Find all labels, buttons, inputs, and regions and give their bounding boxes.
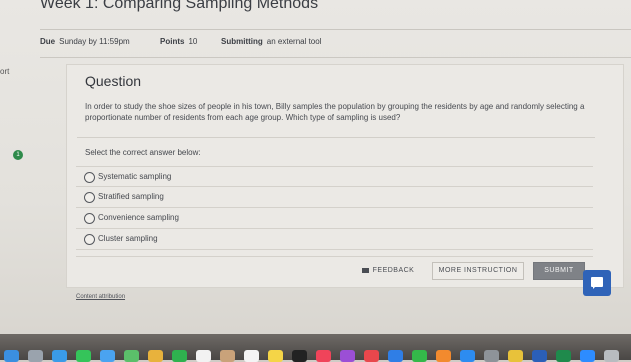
radio-circle-icon[interactable] — [84, 172, 95, 183]
dock-app-maps[interactable] — [124, 350, 139, 362]
radio-circle-icon[interactable] — [84, 192, 95, 203]
answer-option-label[interactable]: Convenience sampling — [98, 213, 179, 222]
dock-app-keynote[interactable] — [388, 350, 403, 362]
title-divider — [40, 29, 631, 30]
chat-bubble-icon — [591, 277, 603, 289]
due-info: Due Sunday by 11:59pm — [40, 37, 130, 46]
due-value: Sunday by 11:59pm — [59, 37, 130, 46]
dock-app-zoom[interactable] — [580, 350, 595, 362]
answer-option[interactable]: Convenience sampling — [76, 208, 593, 229]
dock-app-pages[interactable] — [436, 350, 451, 362]
points-info: Points 10 — [160, 37, 197, 46]
feedback-label: FEEDBACK — [372, 267, 415, 274]
dock-app-contacts[interactable] — [220, 350, 235, 362]
answer-options: Systematic sampling Stratified sampling … — [76, 166, 593, 250]
dock-app-finder[interactable] — [4, 350, 19, 362]
dock-app-word[interactable] — [532, 350, 547, 362]
dock-app-facetime[interactable] — [172, 350, 187, 362]
answer-prompt: Select the correct answer below: — [85, 148, 201, 157]
dock-app-news[interactable] — [364, 350, 379, 362]
radio-circle-icon[interactable] — [84, 234, 95, 245]
dock-app-appstore[interactable] — [460, 350, 475, 362]
dock-app-tv[interactable] — [292, 350, 307, 362]
dock-app-trash[interactable] — [604, 350, 619, 362]
dock-app-messages[interactable] — [76, 350, 91, 362]
points-label: Points — [160, 37, 185, 46]
step-indicator: 1 — [13, 150, 23, 160]
submit-button[interactable]: SUBMIT — [533, 262, 585, 280]
dock-app-notes[interactable] — [268, 350, 283, 362]
dock-app-launchpad[interactable] — [28, 350, 43, 362]
dock-app-calendar[interactable] — [196, 350, 211, 362]
dock-app-safari[interactable] — [52, 350, 67, 362]
dock-app-photos[interactable] — [148, 350, 163, 362]
question-text: In order to study the shoe sizes of peop… — [85, 102, 585, 122]
answer-option-label[interactable]: Stratified sampling — [98, 192, 164, 201]
feedback-button[interactable]: FEEDBACK — [352, 262, 424, 280]
submitting-value: an external tool — [266, 37, 322, 46]
points-value: 10 — [188, 37, 198, 46]
page-title: Week 1: Comparing Sampling Methods — [40, 0, 319, 12]
submitting-label: Submitting — [221, 37, 263, 46]
answer-option[interactable]: Systematic sampling — [76, 166, 593, 187]
dock-app-music[interactable] — [316, 350, 331, 362]
dock-app-podcasts[interactable] — [340, 350, 355, 362]
feedback-flag-icon — [361, 267, 369, 273]
dock-app-chrome[interactable] — [508, 350, 523, 362]
answer-option[interactable]: Cluster sampling — [76, 229, 593, 250]
radio-circle-icon[interactable] — [84, 213, 95, 224]
dock-app-settings[interactable] — [484, 350, 499, 362]
chat-button[interactable] — [583, 270, 611, 296]
content-attribution-link[interactable]: Content attribution — [76, 294, 125, 300]
dock-app-numbers[interactable] — [412, 350, 427, 362]
meta-divider — [40, 57, 631, 58]
assignment-page: Week 1: Comparing Sampling Methods Due Su… — [0, 0, 631, 334]
sidebar-fragment[interactable]: ort — [0, 67, 9, 76]
due-label: Due — [40, 37, 56, 46]
answer-option[interactable]: Stratified sampling — [76, 187, 593, 208]
more-instruction-button[interactable]: MORE INSTRUCTION — [432, 262, 524, 280]
dock-app-reminders[interactable] — [244, 350, 259, 362]
answer-option-label[interactable]: Cluster sampling — [98, 234, 158, 243]
dock-app-excel[interactable] — [556, 350, 571, 362]
actions-divider — [76, 256, 593, 257]
submitting-info: Submitting an external tool — [221, 37, 321, 46]
macos-dock — [0, 334, 631, 362]
answer-option-label[interactable]: Systematic sampling — [98, 172, 171, 181]
question-divider — [77, 137, 595, 138]
dock-app-mail[interactable] — [100, 350, 115, 362]
question-heading: Question — [85, 73, 142, 89]
